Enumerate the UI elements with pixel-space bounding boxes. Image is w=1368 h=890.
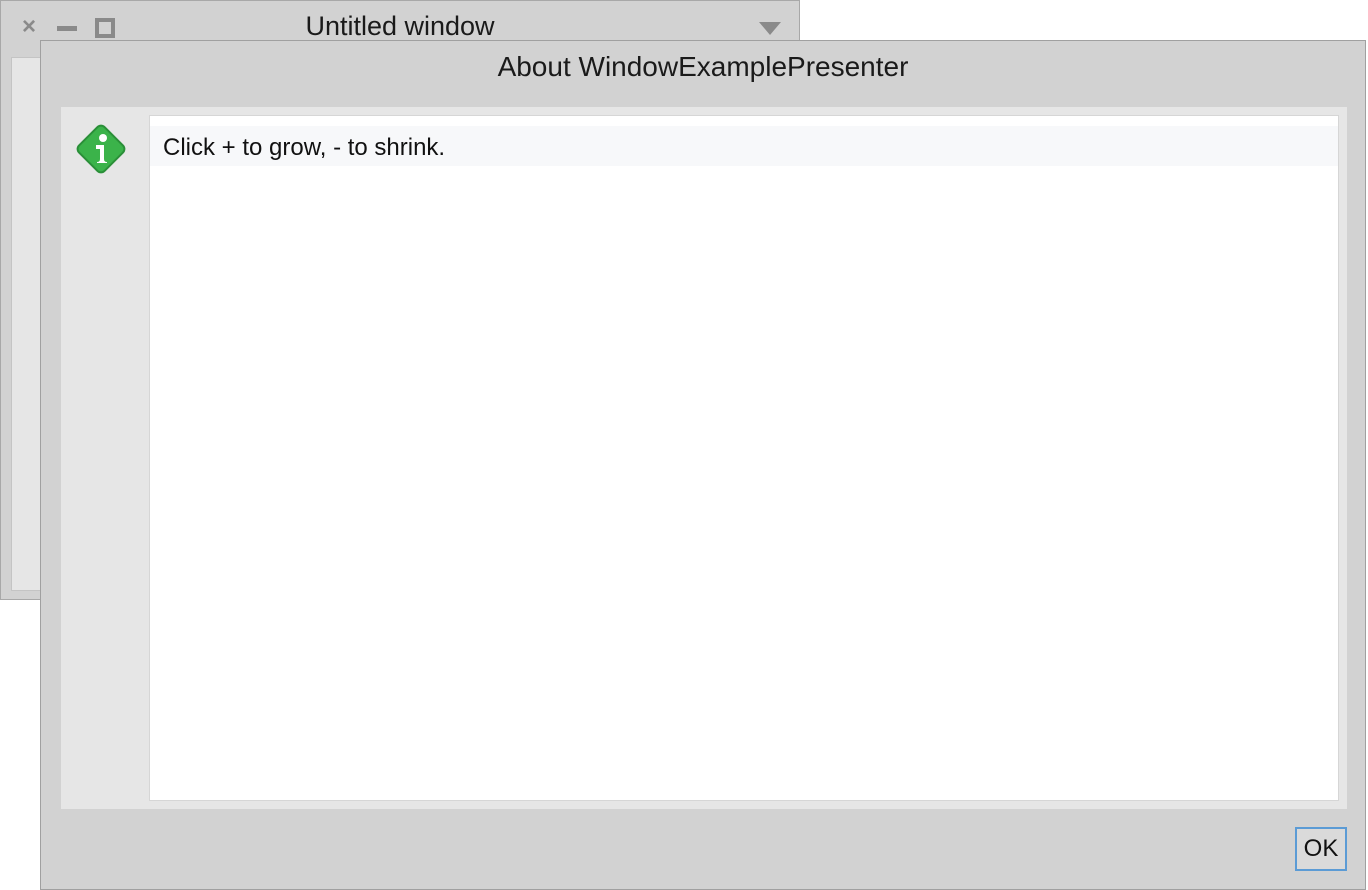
message-text-area[interactable]: Click + to grow, - to shrink.: [149, 115, 1339, 801]
window-title: Untitled window: [305, 11, 495, 41]
dialog-content: Click + to grow, - to shrink.: [61, 107, 1347, 809]
info-icon: [76, 124, 126, 174]
ok-button[interactable]: OK: [1295, 827, 1347, 871]
message-line: Click + to grow, - to shrink.: [150, 126, 1338, 166]
message-text: Click + to grow, - to shrink.: [163, 134, 446, 161]
dialog-title: About WindowExamplePresenter: [497, 51, 909, 82]
about-dialog: About WindowExamplePresenter Click + to …: [40, 40, 1366, 890]
menu-arrow-icon[interactable]: [759, 22, 781, 35]
